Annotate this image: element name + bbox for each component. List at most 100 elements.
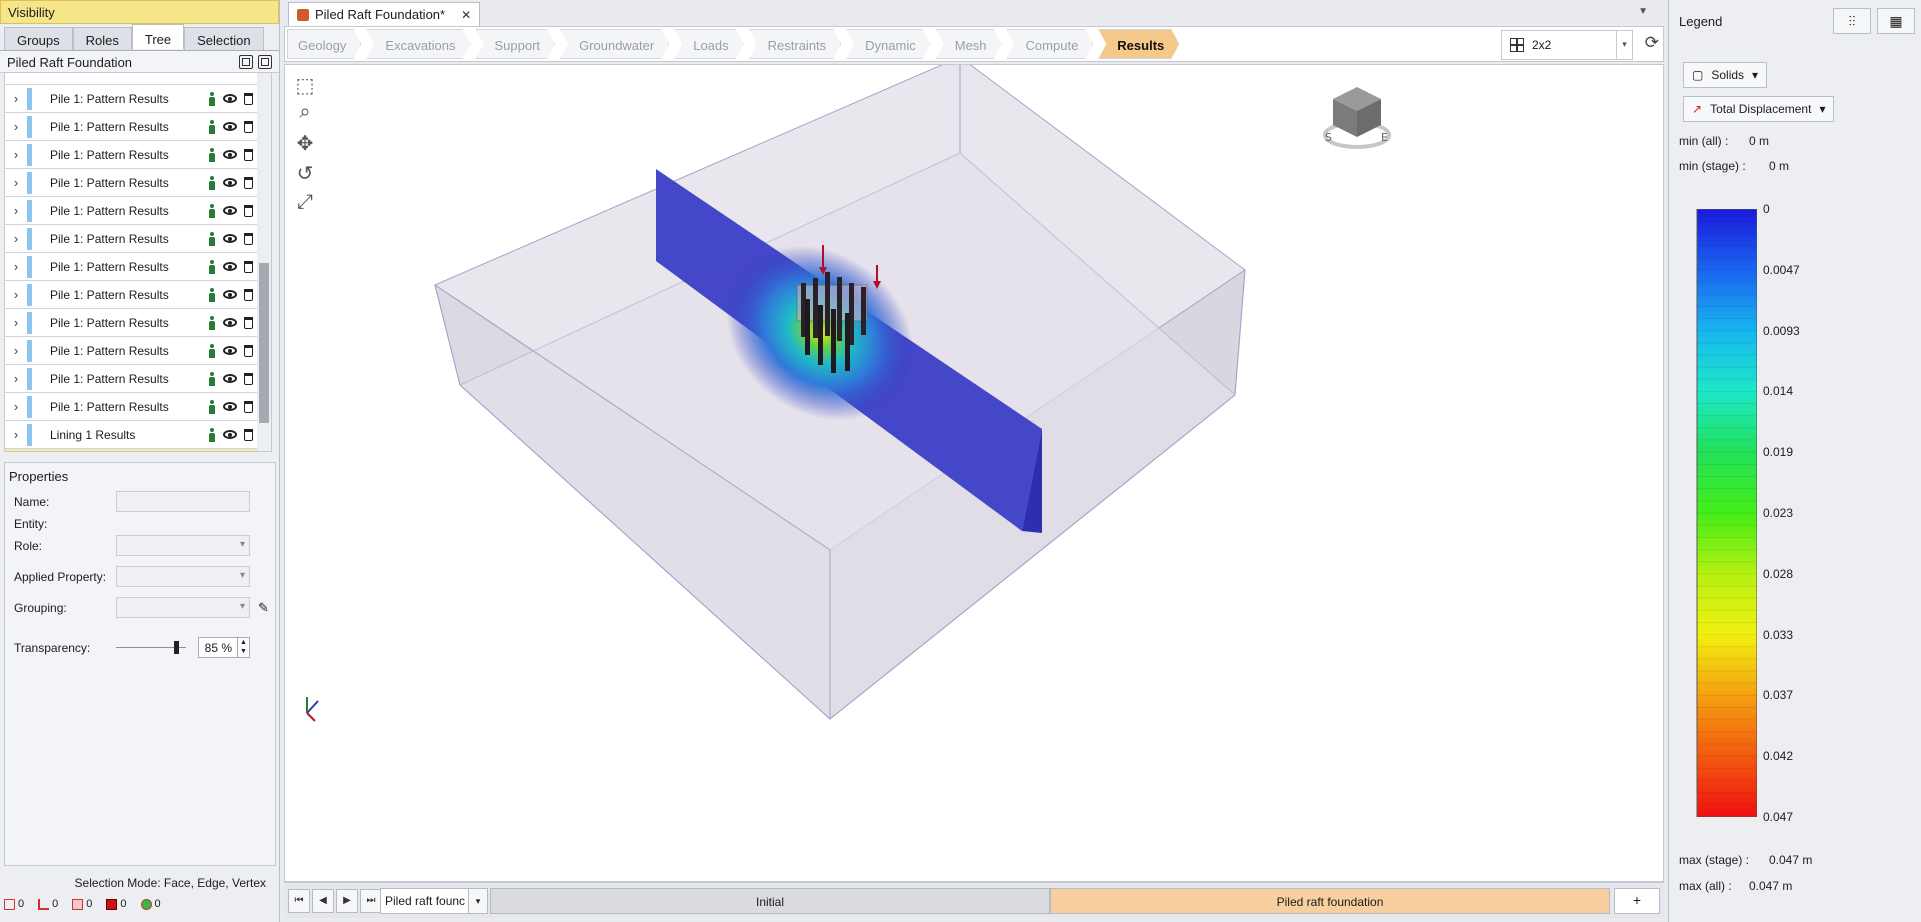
workflow-mesh[interactable]: Mesh [936, 29, 1002, 59]
person-icon[interactable] [208, 231, 216, 246]
workflow-support[interactable]: Support [476, 29, 556, 59]
tab-tree[interactable]: Tree [131, 24, 185, 49]
tree-row[interactable]: › Pile 1: Pattern Results [5, 225, 271, 253]
person-icon[interactable] [208, 427, 216, 442]
scrollbar-thumb[interactable] [259, 263, 269, 423]
chevron-down-icon[interactable]: ▾ [468, 888, 488, 914]
chevron-right-icon[interactable]: › [5, 175, 27, 190]
chevron-right-icon[interactable]: › [5, 315, 27, 330]
person-icon[interactable] [208, 91, 216, 106]
stage-initial[interactable]: Initial [490, 888, 1050, 914]
tree-row[interactable]: › Pile 1: Pattern Results [5, 197, 271, 225]
last-stage-button[interactable]: ⏭ [360, 889, 382, 913]
trash-icon[interactable] [244, 260, 253, 273]
legend-chart-button[interactable]: ▦ [1877, 8, 1915, 34]
prev-stage-button[interactable]: ◀ [312, 889, 334, 913]
transparency-spinner[interactable]: ▲ ▼ [238, 637, 250, 658]
trash-icon[interactable] [244, 92, 253, 105]
tree-row[interactable]: › Pile 1: Pattern Results [5, 337, 271, 365]
eye-icon[interactable] [223, 178, 237, 187]
workflow-groundwater[interactable]: Groundwater [560, 29, 669, 59]
trash-icon[interactable] [244, 120, 253, 133]
pencil-icon[interactable]: ✎ [258, 600, 269, 616]
result-type-dropdown[interactable]: ↗ Total Displacement ▾ [1683, 96, 1835, 122]
workflow-compute[interactable]: Compute [1007, 29, 1094, 59]
trash-icon[interactable] [244, 288, 253, 301]
tree-row[interactable]: ›Exterior Contour [5, 449, 271, 451]
first-stage-button[interactable]: ⏮ [288, 889, 310, 913]
trash-icon[interactable] [244, 204, 253, 217]
view-cube[interactable]: S E [1323, 87, 1391, 149]
trash-icon[interactable] [244, 344, 253, 357]
eye-icon[interactable] [223, 234, 237, 243]
add-stage-button[interactable]: + [1614, 888, 1660, 914]
trash-icon[interactable] [244, 400, 253, 413]
person-icon[interactable] [208, 399, 216, 414]
person-icon[interactable] [208, 203, 216, 218]
grouping-dropdown[interactable] [116, 597, 250, 618]
transparency-input[interactable]: 85 % [198, 637, 238, 658]
document-tab[interactable]: Piled Raft Foundation* ✕ [288, 2, 481, 26]
eye-icon[interactable] [223, 290, 237, 299]
tree-row[interactable]: › Pile 1: Pattern Results [5, 141, 271, 169]
person-icon[interactable] [208, 147, 216, 162]
chevron-right-icon[interactable]: › [5, 91, 27, 106]
eye-icon[interactable] [223, 402, 237, 411]
person-icon[interactable] [208, 315, 216, 330]
eye-icon[interactable] [223, 318, 237, 327]
tree-row[interactable]: › Pile 1: Pattern Results [5, 365, 271, 393]
person-icon[interactable] [208, 287, 216, 302]
chevron-right-icon[interactable]: › [5, 371, 27, 386]
stage-piled-raft-foundation[interactable]: Piled raft foundation [1050, 888, 1610, 914]
eye-icon[interactable] [223, 94, 237, 103]
close-icon[interactable]: ✕ [461, 8, 471, 22]
eye-icon[interactable] [223, 206, 237, 215]
workflow-geology[interactable]: Geology [287, 29, 361, 59]
chevron-right-icon[interactable]: › [5, 427, 27, 442]
tree-row[interactable]: › Pile 1: Pattern Results [5, 281, 271, 309]
tree-row[interactable]: › Pile 1: Pattern Results [5, 253, 271, 281]
tree-row[interactable]: › Pile 1: Pattern Results [5, 85, 271, 113]
eye-icon[interactable] [223, 346, 237, 355]
tree-row[interactable]: › Pile 1: Pattern Results [5, 169, 271, 197]
workflow-results[interactable]: Results [1098, 29, 1179, 59]
person-icon[interactable] [208, 119, 216, 134]
workflow-loads[interactable]: Loads [674, 29, 743, 59]
tree-row[interactable]: › Pile 1: Pattern Results [5, 113, 271, 141]
person-icon[interactable] [208, 259, 216, 274]
trash-icon[interactable] [244, 176, 253, 189]
chevron-right-icon[interactable]: › [5, 343, 27, 358]
workflow-dynamic[interactable]: Dynamic [846, 29, 931, 59]
eye-icon[interactable] [223, 430, 237, 439]
eye-icon[interactable] [223, 122, 237, 131]
chevron-right-icon[interactable]: › [5, 147, 27, 162]
layout-dropdown[interactable]: 2x2 ▾ [1501, 30, 1633, 60]
name-field[interactable] [116, 491, 250, 512]
display-mode-dropdown[interactable]: ▢ Solids ▾ [1683, 62, 1768, 88]
tree-row[interactable]: › Pile 1: Pattern Results [5, 309, 271, 337]
chevron-right-icon[interactable]: › [5, 231, 27, 246]
eye-icon[interactable] [223, 150, 237, 159]
tab-roles[interactable]: Roles [72, 27, 132, 50]
next-stage-button[interactable]: ▶ [336, 889, 358, 913]
trash-icon[interactable] [244, 428, 253, 441]
trash-icon[interactable] [244, 316, 253, 329]
tree-row[interactable]: › Pile 1: Pattern Results [5, 393, 271, 421]
eye-icon[interactable] [223, 374, 237, 383]
chevron-right-icon[interactable]: › [5, 399, 27, 414]
3d-viewport[interactable]: ⬚ ⌕ ✥ ↺ ⤢ S E [284, 64, 1664, 882]
slider-thumb[interactable] [173, 641, 179, 654]
collapse-all-icon[interactable] [258, 55, 272, 69]
trash-icon[interactable] [244, 148, 253, 161]
chevron-down-icon[interactable]: ▾ [1616, 31, 1632, 59]
legend-settings-button[interactable]: ⫶⫶ [1833, 8, 1871, 34]
person-icon[interactable] [208, 175, 216, 190]
expand-all-icon[interactable] [239, 55, 253, 69]
trash-icon[interactable] [244, 232, 253, 245]
person-icon[interactable] [208, 371, 216, 386]
transparency-slider[interactable] [116, 641, 186, 654]
tree-row[interactable]: › Lining 1 Results [5, 421, 271, 449]
workflow-restraints[interactable]: Restraints [749, 29, 842, 59]
refresh-icon[interactable]: ⟳ [1645, 33, 1659, 53]
chevron-right-icon[interactable]: › [5, 287, 27, 302]
